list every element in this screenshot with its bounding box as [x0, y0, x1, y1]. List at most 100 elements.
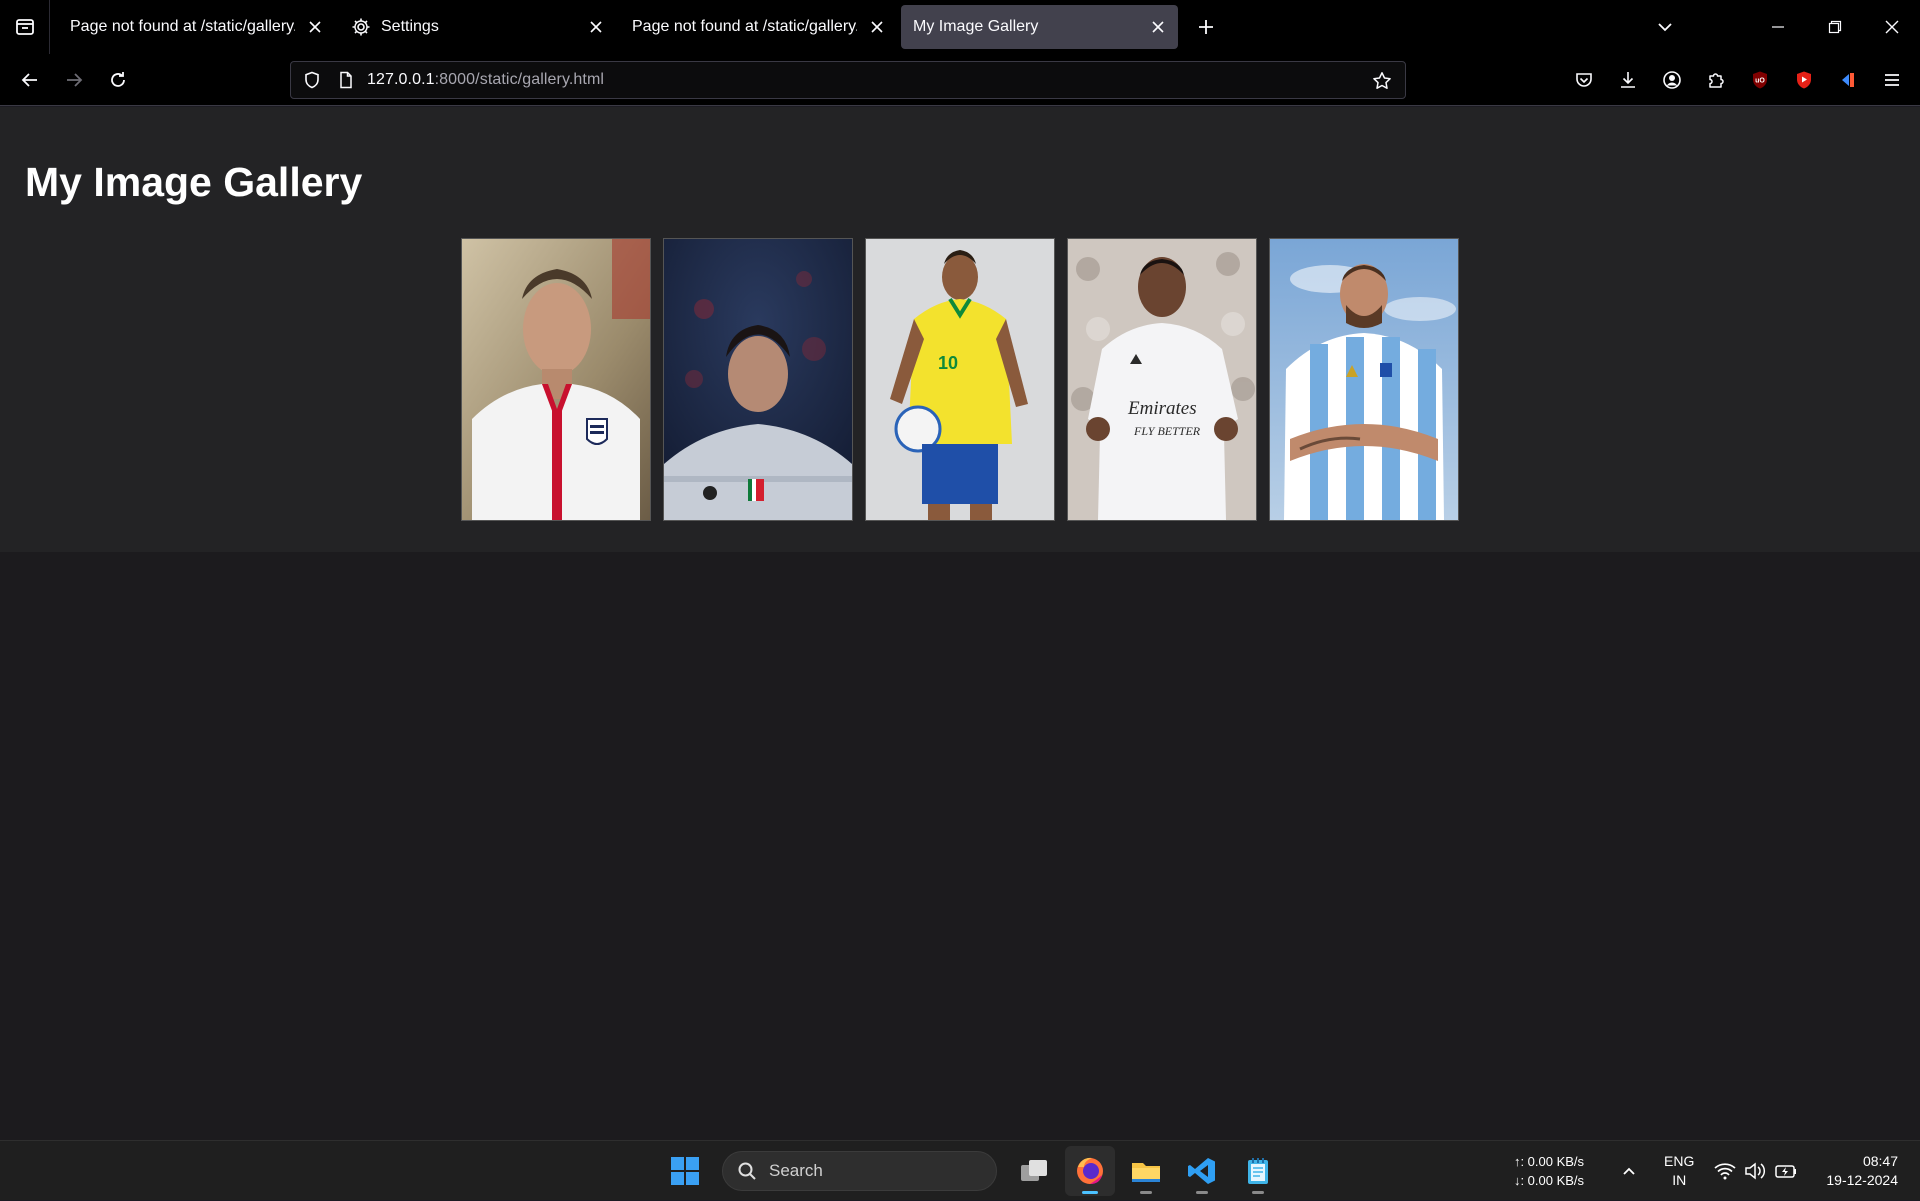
pocket-button[interactable] [1562, 60, 1606, 100]
firefox-view-icon [15, 19, 34, 35]
chevron-up-icon [1623, 1167, 1635, 1175]
url-path: :8000/static/gallery.html [434, 71, 605, 88]
tab-label: Page not found at /static/gallery.html [70, 18, 295, 35]
running-indicator [1140, 1191, 1152, 1194]
hamburger-menu-icon [1885, 74, 1899, 86]
quick-settings[interactable] [1714, 1161, 1798, 1181]
bookmark-star-icon[interactable] [1365, 62, 1399, 100]
close-icon [1885, 20, 1898, 34]
svg-text:FLY BETTER: FLY BETTER [1133, 424, 1201, 438]
extensions-button[interactable] [1694, 60, 1738, 100]
tab-page-not-found-1[interactable]: Page not found at /static/gallery.html [58, 5, 335, 49]
close-icon[interactable] [586, 17, 606, 37]
running-indicator [1252, 1191, 1264, 1194]
navigation-toolbar: 127.0.0.1:8000/static/gallery.html uO [0, 54, 1920, 106]
vscode-icon [1188, 1158, 1215, 1184]
new-tab-button[interactable] [1186, 7, 1226, 47]
svg-text:Emirates: Emirates [1127, 398, 1197, 419]
page-icon[interactable] [329, 61, 363, 99]
running-indicator [1082, 1191, 1098, 1194]
restore-icon [1828, 20, 1841, 34]
account-icon [1663, 71, 1681, 89]
close-icon[interactable] [867, 17, 887, 37]
extension-icon [1842, 73, 1854, 87]
wifi-icon [1714, 1163, 1736, 1180]
notepad-icon [1248, 1158, 1268, 1184]
gallery-image-4[interactable]: Emirates FLY BETTER [1067, 238, 1257, 521]
input-language-indicator[interactable]: ENG IN [1664, 1152, 1694, 1190]
region-code: IN [1672, 1172, 1687, 1188]
battery-charging-icon [1775, 1165, 1797, 1178]
chevron-down-icon [1658, 23, 1672, 32]
tab-strip: Page not found at /static/gallery.html S… [0, 0, 1920, 54]
upload-speed: ↑: 0.00 KB/s [1513, 1154, 1585, 1169]
taskbar-vscode[interactable] [1177, 1146, 1227, 1196]
ublock-origin-button[interactable]: uO [1738, 60, 1782, 100]
download-icon [1621, 72, 1635, 88]
downloads-button[interactable] [1606, 60, 1650, 100]
windows-taskbar: Search ↑: 0.00 KB/s ↓: 0.00 KB/s ENG IN … [0, 1140, 1920, 1200]
search-label: Search [769, 1161, 823, 1180]
ublock-icon: uO [1753, 71, 1767, 89]
gallery-image-1[interactable] [461, 238, 651, 521]
page-body: My Image Gallery 10 Emirates FLY BETTER [0, 107, 1920, 552]
clock-time: 08:47 [1862, 1153, 1898, 1169]
back-button[interactable] [8, 60, 52, 100]
svg-text:uO: uO [1755, 78, 1765, 85]
taskbar-file-explorer[interactable] [1121, 1146, 1171, 1196]
image-gallery: 10 Emirates FLY BETTER [461, 238, 1459, 521]
show-hidden-icons-button[interactable] [1614, 1163, 1644, 1179]
pocket-icon [1576, 73, 1592, 87]
minimize-icon [1771, 26, 1784, 28]
puzzle-icon [1709, 73, 1724, 88]
shield-icon[interactable] [295, 61, 329, 99]
tab-settings[interactable]: Settings [339, 5, 616, 49]
taskbar-search[interactable]: Search [722, 1151, 997, 1191]
gallery-image-3[interactable]: 10 [865, 238, 1055, 521]
list-all-tabs-button[interactable] [1645, 7, 1685, 47]
firefox-icon [1077, 1157, 1103, 1184]
sidebar-extension-button[interactable] [1826, 60, 1870, 100]
account-button[interactable] [1650, 60, 1694, 100]
task-view-icon [1021, 1160, 1047, 1181]
url-host: 127.0.0.1 [367, 71, 435, 88]
gallery-image-5[interactable] [1269, 238, 1459, 521]
clock-date: 19-12-2024 [1826, 1172, 1898, 1188]
windows-logo-icon [671, 1157, 699, 1185]
forward-button[interactable] [52, 60, 96, 100]
gallery-image-2[interactable] [663, 238, 853, 521]
tab-label: Settings [381, 18, 439, 35]
close-icon[interactable] [1148, 17, 1168, 37]
tab-my-image-gallery[interactable]: My Image Gallery [901, 5, 1178, 49]
restore-button[interactable] [1806, 0, 1863, 54]
firefox-view-button[interactable] [0, 0, 50, 54]
svg-text:10: 10 [938, 353, 958, 373]
reload-button[interactable] [96, 60, 140, 100]
start-button[interactable] [660, 1146, 710, 1196]
page-empty-area [0, 552, 1920, 1140]
minimize-button[interactable] [1749, 0, 1806, 54]
folder-icon [1132, 1163, 1160, 1182]
volume-icon [1745, 1162, 1766, 1180]
arrow-left-icon [21, 72, 37, 87]
search-icon [738, 1162, 756, 1180]
running-indicator [1196, 1191, 1208, 1194]
taskbar-firefox[interactable] [1065, 1146, 1115, 1196]
close-window-button[interactable] [1863, 0, 1920, 54]
lang-code: ENG [1664, 1153, 1695, 1169]
tab-page-not-found-2[interactable]: Page not found at /static/gallery.html [620, 5, 897, 49]
network-speed-widget[interactable]: ↑: 0.00 KB/s ↓: 0.00 KB/s [1514, 1152, 1584, 1190]
task-view-button[interactable] [1009, 1146, 1059, 1196]
system-clock[interactable]: 08:47 19-12-2024 [1826, 1152, 1898, 1190]
download-speed: ↓: 0.00 KB/s [1513, 1173, 1585, 1188]
url-text[interactable]: 127.0.0.1:8000/static/gallery.html [367, 71, 604, 89]
plus-icon [1199, 20, 1213, 34]
youtube-extension-button[interactable] [1782, 60, 1826, 100]
url-bar[interactable]: 127.0.0.1:8000/static/gallery.html [290, 61, 1406, 99]
taskbar-notepad[interactable] [1233, 1146, 1283, 1196]
app-menu-button[interactable] [1870, 60, 1914, 100]
tab-label: Page not found at /static/gallery.html [632, 18, 857, 35]
page-title: My Image Gallery [25, 159, 363, 205]
gear-icon [351, 17, 371, 37]
close-icon[interactable] [305, 17, 325, 37]
